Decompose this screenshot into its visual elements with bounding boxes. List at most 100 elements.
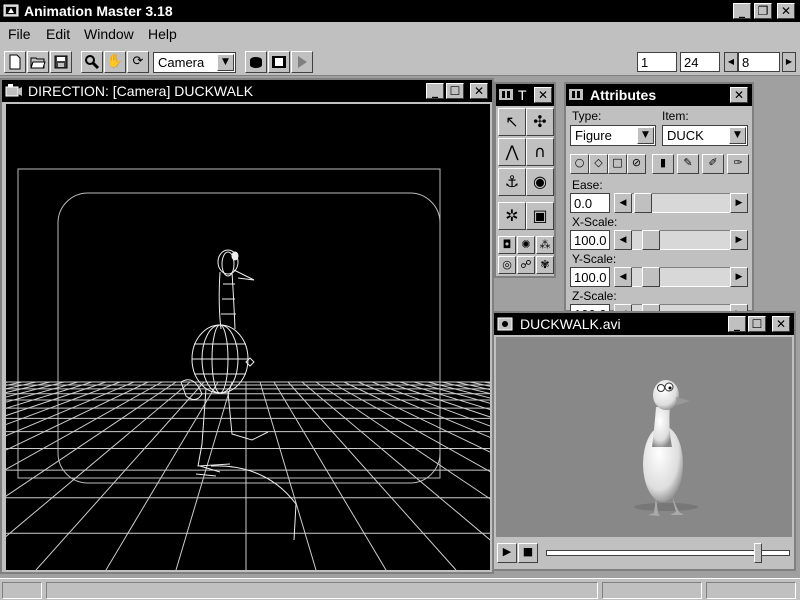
ground-grid [6, 381, 490, 570]
frame-current-field[interactable]: 8 [738, 52, 780, 72]
view-select[interactable]: Camera ▼ [153, 52, 236, 73]
bone-tool-icon[interactable]: ⋀ [498, 138, 526, 166]
rendered-duck [634, 380, 698, 516]
avi-video-frame [496, 337, 792, 537]
spray-icon[interactable]: ✑ [727, 154, 749, 174]
circle-shape-icon[interactable]: ○ [570, 154, 589, 174]
menu-help[interactable]: Help [148, 26, 177, 42]
direction-minimize-button[interactable]: _ [426, 83, 444, 99]
xscale-left-arrow-icon[interactable]: ◀ [614, 230, 632, 250]
avi-seek-thumb[interactable] [754, 543, 762, 563]
particle-icon[interactable]: ⁂ [536, 236, 554, 254]
direction-maximize-button[interactable]: ☐ [446, 83, 464, 99]
yscale-field[interactable]: 100.0 [570, 267, 610, 287]
visibility-eye-icon[interactable]: ◉ [526, 168, 554, 196]
rotate-view-icon[interactable]: ⟳ [127, 51, 149, 73]
app-icon[interactable] [3, 3, 20, 19]
attributes-panel-titlebar[interactable]: Attributes ✕ [566, 84, 752, 106]
item-label: Item: [662, 109, 689, 123]
group-icon[interactable]: ☍ [517, 256, 535, 274]
film-strip-icon[interactable] [268, 51, 290, 73]
attributes-panel-title: Attributes [590, 87, 657, 103]
anchor-icon[interactable]: ⚓ [498, 168, 526, 196]
xscale-thumb[interactable] [642, 230, 660, 250]
type-select-value: Figure [575, 128, 612, 143]
menu-file[interactable]: File [8, 26, 31, 42]
yscale-thumb[interactable] [642, 267, 660, 287]
restore-button[interactable]: ❐ [754, 3, 772, 19]
type-select[interactable]: Figure ▼ [570, 125, 656, 146]
pencil-icon[interactable]: ✎ [677, 154, 699, 174]
open-folder-icon[interactable] [27, 51, 49, 73]
magic-select-icon[interactable]: ✲ [498, 202, 526, 230]
frame-start-field[interactable]: 1 [637, 52, 677, 72]
frame-prev-arrow-icon[interactable]: ◀ [724, 52, 738, 72]
item-select[interactable]: DUCK ▼ [662, 125, 748, 146]
camera-viewport[interactable] [6, 104, 490, 570]
tools-panel-icon [499, 89, 513, 100]
chevron-down-icon[interactable]: ▼ [637, 127, 654, 144]
new-file-icon[interactable] [4, 51, 26, 73]
menu-window[interactable]: Window [84, 26, 134, 42]
chevron-down-icon[interactable]: ▼ [729, 127, 746, 144]
marker-icon[interactable]: ▮ [652, 154, 674, 174]
yscale-slider[interactable]: ◀ ▶ [614, 267, 748, 287]
no-shape-icon[interactable]: ⊘ [627, 154, 646, 174]
zoom-magnifier-icon[interactable] [81, 51, 103, 73]
play-icon[interactable] [291, 51, 313, 73]
avi-seek-slider[interactable] [546, 543, 790, 563]
xscale-right-arrow-icon[interactable]: ▶ [730, 230, 748, 250]
yscale-label: Y-Scale: [572, 252, 617, 266]
minimize-button[interactable]: _ [733, 3, 751, 19]
avi-minimize-button[interactable]: _ [728, 316, 746, 332]
add-point-icon[interactable]: ✣ [526, 108, 554, 136]
yscale-value: 100.0 [574, 270, 607, 285]
camera-small-icon[interactable]: ◘ [498, 236, 516, 254]
save-disk-icon[interactable] [50, 51, 72, 73]
toolbar: ✋ ⟳ Camera ▼ 1 24 ◀ 8 ▶ [0, 46, 800, 76]
avi-play-icon[interactable]: ▶ [497, 543, 517, 563]
ease-right-arrow-icon[interactable]: ▶ [730, 193, 748, 213]
square-shape-icon[interactable]: □ [608, 154, 627, 174]
render-sphere-icon[interactable] [245, 51, 267, 73]
wireframe-scene [6, 168, 490, 570]
image-view-icon[interactable]: ▣ [526, 202, 554, 230]
ease-slider[interactable]: ◀ ▶ [614, 193, 748, 213]
avi-window-titlebar[interactable]: DUCKWALK.avi _ ☐ ✕ [494, 313, 794, 335]
attributes-close-button[interactable]: ✕ [730, 87, 748, 103]
effects-icon[interactable]: ✾ [536, 256, 554, 274]
pan-hand-icon[interactable]: ✋ [104, 51, 126, 73]
avi-close-button[interactable]: ✕ [772, 316, 790, 332]
ease-field[interactable]: 0.0 [570, 193, 610, 213]
xscale-slider[interactable]: ◀ ▶ [614, 230, 748, 250]
menu-edit[interactable]: Edit [46, 26, 70, 42]
avi-window-title: DUCKWALK.avi [520, 316, 621, 332]
ease-left-arrow-icon[interactable]: ◀ [614, 193, 632, 213]
status-pane-3 [602, 582, 702, 599]
tools-close-button[interactable]: ✕ [534, 87, 552, 103]
status-pane-2 [46, 582, 598, 599]
light-bulb-icon[interactable]: ✺ [517, 236, 535, 254]
tools-panel-titlebar[interactable]: T ✕ [496, 84, 554, 106]
item-select-value: DUCK [667, 128, 704, 143]
avi-maximize-button[interactable]: ☐ [748, 316, 766, 332]
tools-panel-title: T [518, 87, 527, 103]
xscale-field[interactable]: 100.0 [570, 230, 610, 250]
yscale-left-arrow-icon[interactable]: ◀ [614, 267, 632, 287]
yscale-right-arrow-icon[interactable]: ▶ [730, 267, 748, 287]
select-arrow-icon[interactable]: ↖ [498, 108, 526, 136]
status-pane-1 [2, 582, 42, 599]
direction-window: DIRECTION: [Camera] DUCKWALK _ ☐ ✕ [0, 78, 494, 574]
direction-window-titlebar[interactable]: DIRECTION: [Camera] DUCKWALK _ ☐ ✕ [2, 80, 492, 102]
direction-close-button[interactable]: ✕ [470, 83, 488, 99]
diamond-shape-icon[interactable]: ◇ [589, 154, 608, 174]
frame-end-field[interactable]: 24 [680, 52, 720, 72]
ease-thumb[interactable] [634, 193, 652, 213]
target-icon[interactable]: ◎ [498, 256, 516, 274]
spline-tool-icon[interactable]: ∩ [526, 138, 554, 166]
brush-icon[interactable]: ✐ [702, 154, 724, 174]
avi-stop-icon[interactable]: ■ [518, 543, 538, 563]
close-button[interactable]: ✕ [777, 3, 795, 19]
frame-next-arrow-icon[interactable]: ▶ [782, 52, 796, 72]
chevron-down-icon[interactable]: ▼ [217, 54, 234, 71]
